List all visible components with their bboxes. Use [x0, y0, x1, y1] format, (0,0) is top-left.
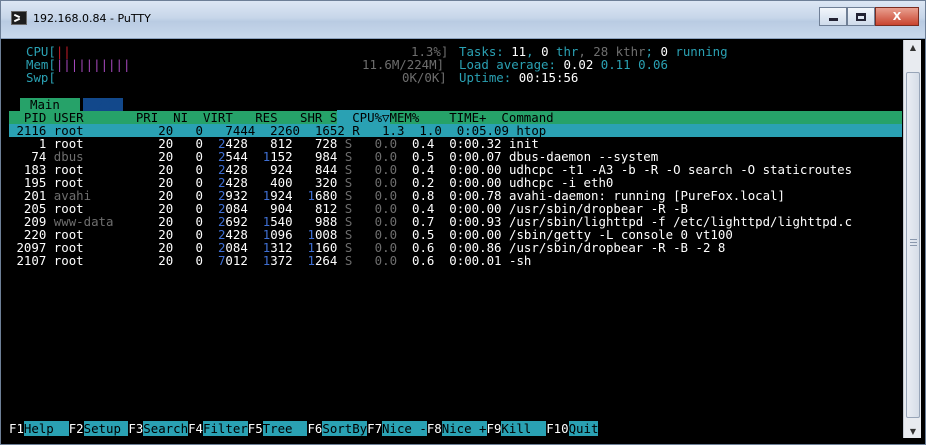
- terminal-screen[interactable]: CPU[|| 1.3%] Mem[|||||||||| 11.6M/224M] …: [9, 40, 902, 438]
- swp-label: Swp[: [26, 70, 56, 85]
- cell-res: 372: [270, 253, 293, 268]
- cell-s: S: [344, 253, 353, 268]
- cell-mem: 0.6: [411, 253, 435, 268]
- putty-terminal-icon[interactable]: [11, 11, 27, 25]
- fkey-f2[interactable]: F2: [69, 421, 84, 436]
- cell-cpu: 0.0: [367, 253, 398, 268]
- fkey-f8[interactable]: F8: [427, 421, 442, 436]
- fkey-f4[interactable]: F4: [188, 421, 203, 436]
- process-list: 2116 root 20 0 7444 2260 1652 R 1.3 1.0 …: [9, 124, 902, 267]
- fkey-label[interactable]: Setup: [83, 421, 129, 436]
- cell-cmd: /usr/sbin/dropbear -R -B -2 8: [508, 240, 726, 255]
- fkey-f6[interactable]: F6: [307, 421, 322, 436]
- fkey-f1[interactable]: F1: [9, 421, 24, 436]
- process-row[interactable]: 2107 root 20 0 7012 1372 1264 S 0.0 0.6 …: [9, 254, 902, 267]
- fkey-f9[interactable]: F9: [487, 421, 502, 436]
- cell-time: 0:00.01: [449, 253, 502, 268]
- fkey-label[interactable]: Help: [23, 421, 69, 436]
- uptime: Uptime: 00:15:56: [459, 70, 579, 85]
- scroll-thumb[interactable]: [906, 72, 920, 418]
- minimize-button[interactable]: [819, 7, 847, 26]
- fkey-f10[interactable]: F10: [546, 421, 568, 436]
- cell-cmd: -sh: [508, 253, 532, 268]
- vertical-scrollbar[interactable]: ▲ ▼: [903, 40, 921, 438]
- fkey-f3[interactable]: F3: [128, 421, 143, 436]
- swp-value: 0K/0K]: [402, 70, 447, 85]
- fkey-label[interactable]: Kill: [501, 421, 547, 436]
- fkey-label[interactable]: SortBy: [322, 421, 368, 436]
- cell-ni: 0: [195, 253, 204, 268]
- cell-virt: 012: [225, 253, 248, 268]
- cell-pid: 2107: [9, 253, 47, 268]
- putty-window: 192.168.0.84 - PuTTY X CPU[|| 1.3%] Mem[…: [0, 0, 926, 445]
- maximize-icon: [856, 12, 866, 21]
- maximize-button[interactable]: [847, 7, 875, 26]
- grip-line: [910, 245, 917, 246]
- cell-shr: 264: [314, 253, 338, 268]
- window-title: 192.168.0.84 - PuTTY: [33, 12, 151, 25]
- scroll-down-icon[interactable]: ▼: [906, 424, 920, 438]
- swp-meter: Swp[: [26, 71, 56, 84]
- scroll-up-icon[interactable]: ▲: [906, 40, 920, 54]
- cell-shr: 1: [307, 253, 315, 268]
- title-bar[interactable]: 192.168.0.84 - PuTTY X: [1, 1, 925, 39]
- minimize-icon: [828, 18, 838, 21]
- fkey-label[interactable]: Filter: [202, 421, 248, 436]
- cell-pri: 20: [158, 253, 174, 268]
- fkey-f7[interactable]: F7: [367, 421, 382, 436]
- fkey-label[interactable]: Nice -: [382, 421, 427, 436]
- fkey-label[interactable]: Tree: [262, 421, 308, 436]
- grip-line: [910, 242, 917, 243]
- fkey-label[interactable]: Quit: [568, 421, 599, 436]
- grip-line: [910, 239, 917, 240]
- close-icon: X: [892, 10, 902, 23]
- window-controls: X: [819, 7, 919, 26]
- cell-user: root: [53, 253, 84, 268]
- fkey-f5[interactable]: F5: [248, 421, 263, 436]
- mem-bar: ||||||||||: [55, 57, 131, 72]
- fkey-label[interactable]: Search: [143, 421, 189, 436]
- function-key-bar: F1Help F2Setup F3SearchF4FilterF5Tree F6…: [9, 421, 902, 436]
- close-button[interactable]: X: [875, 7, 919, 26]
- fkey-label[interactable]: Nice +: [441, 421, 487, 436]
